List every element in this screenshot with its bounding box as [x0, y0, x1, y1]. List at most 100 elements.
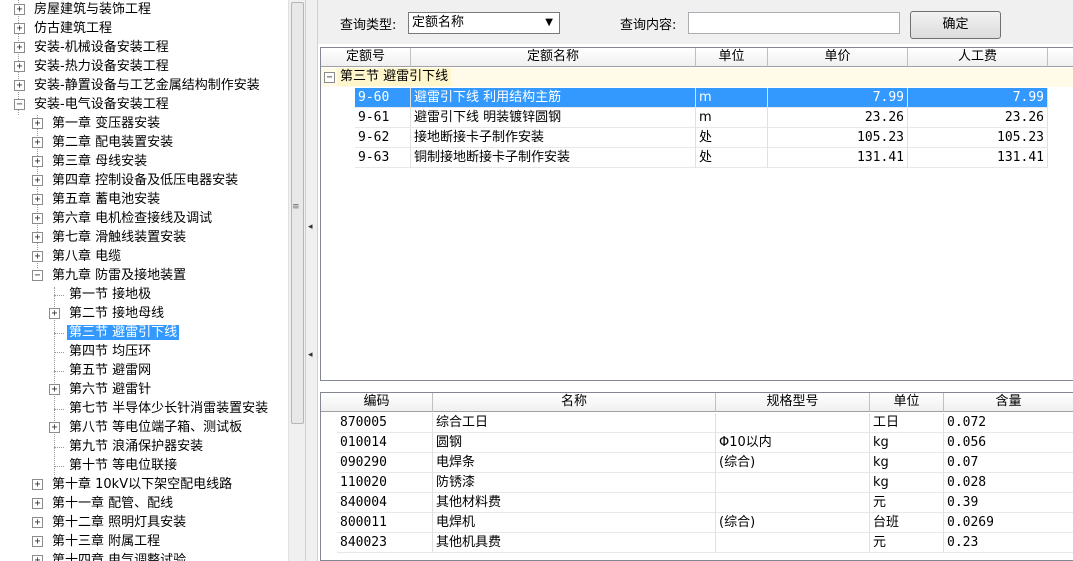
resource-table[interactable]: 编码 名称 规格型号 单位 含量 870005 综合工日 工日 0.072 010014 圆钢 Φ10…: [320, 392, 1073, 561]
tree-item[interactable]: 安装-静置设备与工艺金属结构制作安装: [32, 76, 262, 95]
group-row[interactable]: − 第三节 避雷引下线: [321, 68, 1073, 87]
table-cell: [716, 493, 870, 513]
quota-table[interactable]: 定额号 定额名称 单位 单价 人工费 − 第三节 避雷引下线 9-60 避雷引下线 利用结构主筋…: [320, 47, 1073, 381]
table-cell: 0.072: [944, 413, 1073, 433]
expand-icon[interactable]: +: [32, 156, 43, 167]
expand-icon[interactable]: +: [32, 555, 43, 561]
tree-item-label: 第十节 等电位联接: [69, 458, 178, 473]
tree-item[interactable]: 第十一章 配管、配线: [50, 494, 175, 513]
table-cell: (综合): [716, 453, 870, 473]
query-content-input[interactable]: [688, 12, 900, 34]
expand-icon[interactable]: +: [14, 61, 25, 72]
tree-item-label: 第四节 均压环: [69, 344, 152, 359]
tree-item[interactable]: 第九节 浪涌保护器安装: [67, 437, 205, 456]
expand-icon[interactable]: +: [32, 517, 43, 528]
tree-item-label: 第二章 配电装置安装: [52, 135, 174, 150]
tree-item[interactable]: 第八章 电缆: [50, 247, 123, 266]
collapse-icon[interactable]: −: [324, 72, 335, 83]
tree-connector: [54, 333, 64, 334]
tree-item[interactable]: 第十三章 附属工程: [50, 532, 162, 551]
expand-icon[interactable]: +: [14, 80, 25, 91]
tree-item[interactable]: 第二章 配电装置安装: [50, 133, 175, 152]
tree-item[interactable]: 第九章 防雷及接地装置: [50, 266, 188, 285]
collapse-icon[interactable]: −: [32, 270, 43, 281]
tree-item-label: 第九节 浪涌保护器安装: [69, 439, 204, 454]
expand-icon[interactable]: +: [49, 384, 60, 395]
table-cell: 010014: [337, 433, 433, 453]
tree-item[interactable]: 第五节 避雷网: [67, 361, 153, 380]
expand-icon[interactable]: +: [32, 251, 43, 262]
tree-item-label: 第二节 接地母线: [69, 306, 165, 321]
category-tree[interactable]: 房屋建筑与装饰工程 + 仿古建筑工程 + 安装-机械设备安装工程 + 安装-热力设备安装工程…: [0, 0, 288, 561]
tree-item[interactable]: 房屋建筑与装饰工程: [32, 0, 153, 19]
tree-item[interactable]: 安装-机械设备安装工程: [32, 38, 171, 57]
tree-item[interactable]: 第二节 接地母线: [67, 304, 166, 323]
column-header: 单价: [768, 48, 908, 67]
tree-item[interactable]: 第十节 等电位联接: [67, 456, 179, 475]
table-cell: 0.23: [944, 533, 1073, 553]
tree-item[interactable]: 第四节 均压环: [67, 342, 153, 361]
tree-item[interactable]: 第三章 母线安装: [50, 152, 149, 171]
tree-item[interactable]: 仿古建筑工程: [32, 19, 114, 38]
query-type-label: 查询类型:: [340, 18, 397, 33]
expand-icon[interactable]: +: [14, 42, 25, 53]
tree-item-label: 安装-机械设备安装工程: [34, 40, 169, 55]
expand-icon[interactable]: +: [14, 23, 25, 34]
tree-item-label: 第十三章 附属工程: [52, 534, 161, 549]
tree-item[interactable]: 安装-电气设备安装工程: [32, 95, 171, 114]
tree-connector: [54, 447, 64, 448]
expand-icon[interactable]: +: [49, 308, 60, 319]
tree-item-label: 第七章 滑触线装置安装: [52, 230, 187, 245]
tree-item[interactable]: 安装-热力设备安装工程: [32, 57, 171, 76]
expand-icon[interactable]: +: [32, 232, 43, 243]
tree-connector: [54, 352, 64, 353]
expand-icon[interactable]: +: [32, 118, 43, 129]
tree-item[interactable]: 第十二章 照明灯具安装: [50, 513, 188, 532]
table-cell: 工日: [870, 413, 944, 433]
tree-item-label: 第五节 避雷网: [69, 363, 152, 378]
expand-icon[interactable]: +: [32, 498, 43, 509]
tree-connector: [54, 295, 64, 296]
expand-icon[interactable]: +: [32, 137, 43, 148]
tree-item[interactable]: 第四章 控制设备及低压电器安装: [50, 171, 240, 190]
table-cell: 23.26: [768, 108, 908, 128]
collapse-left-icon-2[interactable]: ◂: [308, 350, 313, 360]
tree-scrollbar[interactable]: ≡: [288, 0, 305, 561]
expand-icon[interactable]: +: [32, 536, 43, 547]
expand-icon[interactable]: +: [32, 175, 43, 186]
table-cell: 电焊机: [433, 513, 716, 533]
table-cell: Φ10以内: [716, 433, 870, 453]
tree-item[interactable]: 第七章 滑触线装置安装: [50, 228, 188, 247]
table-cell: 110020: [337, 473, 433, 493]
tree-item[interactable]: 第六节 避雷针: [67, 380, 153, 399]
expand-icon[interactable]: +: [32, 194, 43, 205]
tree-item[interactable]: 第一节 接地极: [67, 285, 153, 304]
tree-item-label: 仿古建筑工程: [34, 21, 113, 36]
dropdown-arrow-icon[interactable]: ▼: [545, 13, 553, 33]
tree-item[interactable]: 第十四章 电气调整试验: [50, 551, 188, 561]
collapse-left-icon[interactable]: ◂: [308, 222, 313, 232]
tree-scroll-thumb[interactable]: [291, 2, 304, 424]
tree-item[interactable]: 第七节 半导体少长针消雷装置安装: [67, 399, 270, 418]
tree-item[interactable]: 第六章 电机检查接线及调试: [50, 209, 214, 228]
collapse-icon[interactable]: −: [14, 99, 25, 110]
column-header: 规格型号: [716, 393, 870, 412]
tree-item[interactable]: 第一章 变压器安装: [50, 114, 162, 133]
confirm-button[interactable]: 确定: [910, 11, 1001, 39]
tree-item[interactable]: 第三节 避雷引下线: [67, 323, 180, 342]
query-type-select[interactable]: 定额名称 ▼: [408, 12, 560, 34]
expand-icon[interactable]: +: [14, 4, 25, 15]
tree-connector: [54, 409, 64, 410]
expand-icon[interactable]: +: [49, 422, 60, 433]
table-cell: m: [696, 88, 768, 108]
tree-item[interactable]: 第五章 蓄电池安装: [50, 190, 162, 209]
tree-item-label: 第十章 10kV以下架空配电线路: [52, 477, 233, 492]
tree-item[interactable]: 第八节 等电位端子箱、测试板: [67, 418, 244, 437]
tree-item[interactable]: 第十章 10kV以下架空配电线路: [50, 475, 234, 494]
table-cell: [716, 533, 870, 553]
tree-connector: [54, 371, 64, 372]
expand-icon[interactable]: +: [32, 213, 43, 224]
table-cell: 避雷引下线 明装镀锌圆钢: [411, 108, 696, 128]
panel-splitter[interactable]: ◂ ◂: [305, 0, 318, 561]
expand-icon[interactable]: +: [32, 479, 43, 490]
